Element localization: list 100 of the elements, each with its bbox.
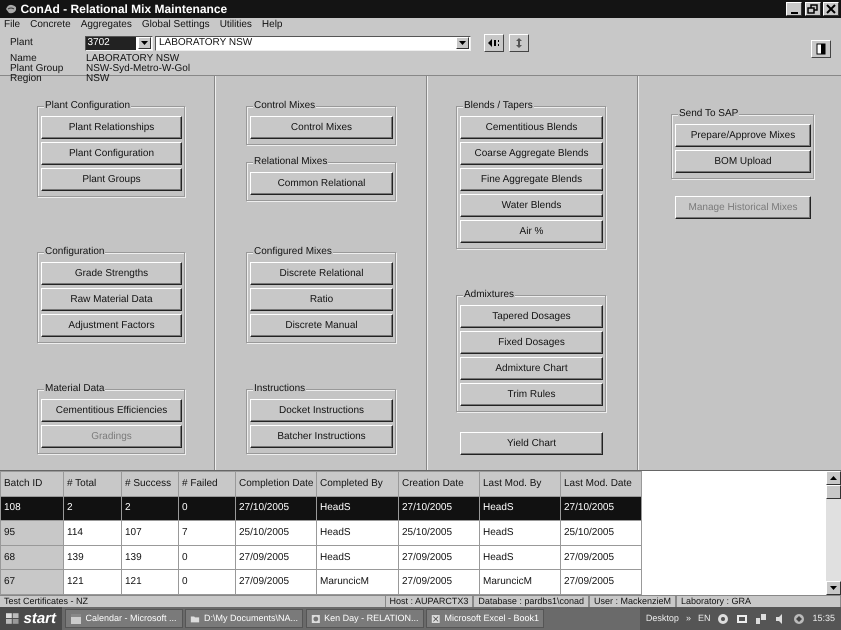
table-cell: 25/10/2005 xyxy=(236,520,316,546)
table-cell: 2 xyxy=(122,496,178,521)
menu-item[interactable]: File xyxy=(4,19,20,31)
action-button[interactable]: Plant Configuration xyxy=(41,142,182,165)
column-header[interactable]: Last Mod. Date xyxy=(560,472,642,496)
action-button[interactable]: Fixed Dosages xyxy=(460,331,603,354)
action-button[interactable]: Tapered Dosages xyxy=(460,305,603,328)
action-button[interactable]: Plant Relationships xyxy=(41,116,182,139)
scrollbar[interactable] xyxy=(826,471,841,595)
row-header[interactable]: 95 xyxy=(0,520,64,546)
row-header[interactable]: 68 xyxy=(0,545,64,570)
close-icon xyxy=(826,4,836,14)
column-header[interactable]: # Success xyxy=(122,472,178,496)
action-button[interactable]: Common Relational xyxy=(250,172,393,195)
table-cell: 107 xyxy=(122,520,178,546)
action-button[interactable]: Grade Strengths xyxy=(41,262,182,285)
action-button[interactable]: Batcher Instructions xyxy=(250,425,393,448)
table-cell: HeadS xyxy=(316,520,398,546)
table-cell: 0 xyxy=(178,496,236,521)
chevron-button[interactable]: » xyxy=(686,613,691,624)
column-header[interactable]: # Total xyxy=(64,472,122,496)
toolbar-label[interactable]: Desktop xyxy=(646,613,679,624)
menu-item[interactable]: Help xyxy=(262,19,282,31)
table-cell: 27/10/2005 xyxy=(236,496,316,521)
action-button[interactable]: Yield Chart xyxy=(460,432,603,455)
action-button[interactable]: Trim Rules xyxy=(460,383,603,406)
column-header[interactable]: # Failed xyxy=(178,472,236,496)
action-button[interactable]: Discrete Relational xyxy=(250,262,393,285)
dropdown-arrow-icon xyxy=(459,41,466,45)
app-icon xyxy=(4,3,18,15)
action-button[interactable]: Prepare/Approve Mixes xyxy=(675,124,811,147)
table-cell: HeadS xyxy=(480,545,560,570)
table-cell: 25/10/2005 xyxy=(398,520,480,546)
dropdown-arrow-icon xyxy=(140,41,148,45)
scroll-thumb[interactable] xyxy=(826,485,841,499)
language-indicator[interactable]: EN xyxy=(698,613,710,624)
status-text: Test Certificates - NZ xyxy=(3,596,90,607)
column-header[interactable]: Creation Date xyxy=(398,472,480,496)
disc-icon[interactable] xyxy=(717,612,730,624)
restore-button[interactable] xyxy=(804,2,820,16)
monitor-icon[interactable] xyxy=(736,612,748,624)
status-icon[interactable] xyxy=(793,612,806,624)
action-button[interactable]: Control Mixes xyxy=(250,116,393,139)
column-header[interactable]: Batch ID xyxy=(0,472,64,496)
toolbar-button[interactable] xyxy=(484,34,504,52)
action-button[interactable]: Admixture Chart xyxy=(460,357,603,380)
plant-name-combo[interactable]: LABORATORY NSW xyxy=(155,36,471,50)
action-button[interactable]: Coarse Aggregate Blends xyxy=(460,142,603,165)
menu-item[interactable]: Utilities xyxy=(220,19,252,31)
field-label: Name xyxy=(10,54,38,64)
plant-code-combo[interactable]: 3702 xyxy=(84,36,152,50)
row-header[interactable]: 67 xyxy=(0,570,64,594)
table-cell: 27/10/2005 xyxy=(398,496,480,521)
field-label: Plant xyxy=(10,37,34,49)
action-button[interactable]: BOM Upload xyxy=(675,150,811,173)
column-header[interactable]: Completion Date xyxy=(236,472,316,496)
scroll-down-icon xyxy=(830,586,837,590)
field-label: Region xyxy=(10,74,42,84)
toolbar-button[interactable] xyxy=(508,34,528,52)
minimize-button[interactable] xyxy=(786,2,802,16)
action-button[interactable]: Adjustment Factors xyxy=(41,314,182,337)
menu-item[interactable]: Aggregates xyxy=(80,19,132,31)
group-title: Configured Mixes xyxy=(253,246,333,258)
action-button[interactable]: Water Blends xyxy=(460,194,603,217)
table-cell: 27/10/2005 xyxy=(560,496,642,521)
table-cell: 27/09/2005 xyxy=(398,545,480,570)
taskbar-button[interactable]: Calendar - Microsoft ... xyxy=(64,609,182,628)
action-button[interactable]: Docket Instructions xyxy=(250,399,393,422)
menu-item[interactable]: Global Settings xyxy=(142,19,210,31)
group-title: Plant Configuration xyxy=(44,100,132,112)
table-cell: HeadS xyxy=(480,520,560,546)
toolbar-button[interactable] xyxy=(811,40,831,58)
start-button[interactable]: start xyxy=(0,607,62,630)
action-button[interactable]: Raw Material Data xyxy=(41,288,182,311)
table-cell: 25/10/2005 xyxy=(560,520,642,546)
table-cell: 114 xyxy=(64,520,122,546)
table-cell: HeadS xyxy=(316,545,398,570)
network-icon[interactable] xyxy=(755,612,768,624)
field-value: NSW xyxy=(86,74,110,84)
taskbar-button[interactable]: Microsoft Excel - Book1 xyxy=(426,609,544,628)
action-button[interactable]: Cementitious Efficiencies xyxy=(41,399,182,422)
action-button[interactable]: Fine Aggregate Blends xyxy=(460,168,603,191)
spreadsheet-icon xyxy=(431,612,440,624)
table-cell: 139 xyxy=(64,545,122,570)
taskbar-button[interactable]: D:\My Documents\NA... xyxy=(185,609,303,628)
group-title: Configuration xyxy=(44,246,106,258)
action-button[interactable]: Plant Groups xyxy=(41,168,182,191)
menu-item[interactable]: Concrete xyxy=(30,19,71,31)
action-button[interactable]: Discrete Manual xyxy=(250,314,393,337)
action-button[interactable]: Air % xyxy=(460,220,603,243)
table-cell: 2 xyxy=(64,496,122,521)
close-button[interactable] xyxy=(823,2,839,16)
row-header[interactable]: 108 xyxy=(0,496,64,521)
action-button[interactable]: Ratio xyxy=(250,288,393,311)
taskbar-button[interactable]: Ken Day - RELATION... xyxy=(306,609,424,628)
action-button[interactable]: Cementitious Blends xyxy=(460,116,603,139)
window-title: ConAd - Relational Mix Maintenance xyxy=(20,2,228,16)
column-header[interactable]: Completed By xyxy=(316,472,398,496)
column-header[interactable]: Last Mod. By xyxy=(480,472,560,496)
table-cell: 27/09/2005 xyxy=(560,545,642,570)
